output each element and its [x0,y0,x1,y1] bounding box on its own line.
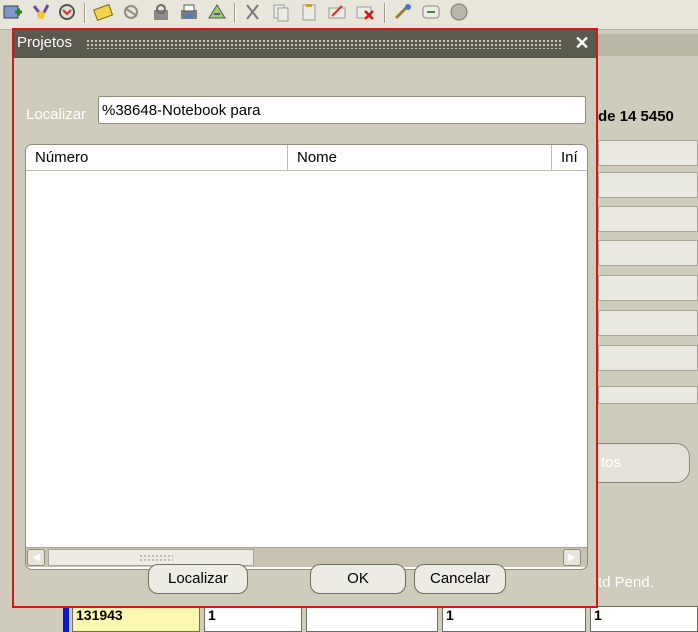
dialog-title: Projetos [17,34,73,51]
paste-icon[interactable] [298,2,320,22]
list-header: Número Nome Iní [26,145,587,171]
row-cell[interactable]: 1 [204,606,302,632]
background-band [590,34,698,56]
row-cell-number[interactable]: 131943 [72,606,200,632]
close-icon[interactable]: ✕ [570,31,594,55]
row-cell[interactable] [306,606,438,632]
edit-field-icon[interactable] [326,2,348,22]
grip-icon [139,554,173,562]
background-field[interactable] [598,240,698,266]
results-list[interactable]: Número Nome Iní ◀ ▶ [25,144,588,570]
horizontal-scrollbar[interactable]: ◀ ▶ [26,547,587,567]
qtd-pend-label: td Pend. [598,574,654,591]
lock-icon[interactable] [150,2,172,22]
background-field[interactable] [598,172,698,198]
column-header-nome[interactable]: Nome [288,145,552,171]
column-header-numero[interactable]: Número [26,145,288,171]
copy-icon[interactable] [270,2,292,22]
cut-icon[interactable] [242,2,264,22]
background-header-text: de 14 5450 [598,108,674,125]
toolbar-separator [384,3,386,23]
background-field[interactable] [598,206,698,232]
list-body[interactable] [26,171,587,545]
zoom-icon[interactable] [392,2,414,22]
ok-button[interactable]: OK [310,564,406,594]
edit-icon[interactable] [92,2,114,22]
main-toolbar [0,0,698,30]
table-row: 131943 1 1 1 [0,604,698,632]
projetos-dialog: Projetos ✕ Localizar Número Nome Iní ◀ ▶ [12,28,598,608]
background-field[interactable] [598,310,698,336]
background-field[interactable] [598,386,698,404]
toolbar-separator [234,3,236,23]
titlebar-grip [86,39,562,49]
navigate-icon[interactable] [206,2,228,22]
scroll-right-icon[interactable]: ▶ [563,549,581,566]
scroll-left-icon[interactable]: ◀ [27,549,45,566]
column-header-inicio[interactable]: Iní [552,145,587,171]
help-icon[interactable] [448,2,470,22]
toolbar-separator [84,3,86,23]
background-field[interactable] [598,275,698,301]
refresh-icon[interactable] [56,2,78,22]
delete-icon[interactable] [354,2,376,22]
background-field[interactable] [598,140,698,166]
background-field[interactable] [598,345,698,371]
find-input[interactable] [98,96,586,124]
find-label: Localizar [26,106,87,123]
cancel-button[interactable]: Cancelar [414,564,506,594]
attachment-icon[interactable] [120,2,142,22]
dialog-titlebar[interactable]: Projetos ✕ [14,30,596,58]
clear-icon[interactable] [30,2,52,22]
find-button[interactable]: Localizar [148,564,248,594]
new-record-icon[interactable] [2,2,24,22]
row-cell[interactable]: 1 [442,606,586,632]
current-row-indicator [63,606,69,632]
print-icon[interactable] [178,2,200,22]
translate-icon[interactable] [420,2,442,22]
row-cell[interactable]: 1 [590,606,698,632]
